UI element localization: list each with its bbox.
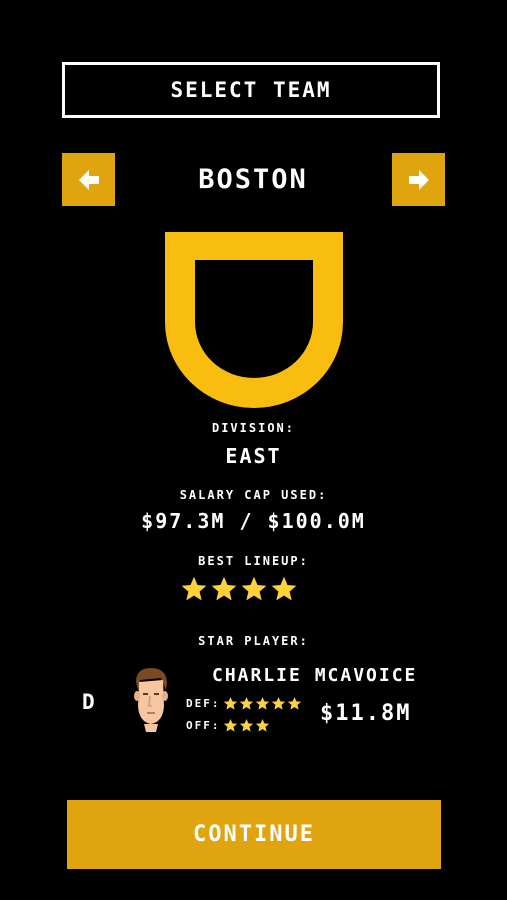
player-salary: $11.8M (320, 701, 412, 726)
star-icon (271, 576, 297, 601)
star-icon (255, 718, 269, 732)
division-value: EAST (225, 444, 282, 468)
division-label: DIVISION: (211, 421, 296, 435)
previous-team-button[interactable] (62, 153, 115, 206)
star-player-label: STAR PLAYER: (198, 634, 309, 648)
best-lineup-stars (180, 575, 298, 603)
offense-label: OFF: (186, 719, 221, 732)
arrow-left-icon (78, 169, 99, 190)
select-team-header: SELECT TEAM (62, 62, 440, 118)
star-icon (239, 718, 253, 732)
star-icon (271, 696, 285, 710)
star-icon (255, 696, 269, 710)
star-icon (239, 696, 253, 710)
star-icon (241, 576, 267, 601)
best-lineup-label: BEST LINEUP: (198, 554, 309, 568)
salary-cap-value: $97.3M / $100.0M (141, 509, 366, 533)
continue-label: CONTINUE (193, 822, 315, 847)
team-name: BOSTON (198, 164, 308, 195)
star-icon (181, 576, 207, 601)
next-team-button[interactable] (392, 153, 445, 206)
player-position: D (82, 690, 97, 714)
salary-cap-label: SALARY CAP USED: (179, 488, 328, 502)
arrow-right-icon (408, 169, 429, 190)
continue-button[interactable]: CONTINUE (67, 800, 441, 869)
defense-label: DEF: (186, 697, 221, 710)
star-icon (223, 718, 237, 732)
defense-rating: DEF: (186, 696, 303, 711)
offense-rating: OFF: (186, 718, 271, 733)
star-icon (223, 696, 237, 710)
select-team-title: SELECT TEAM (170, 78, 332, 102)
star-icon (287, 696, 301, 710)
player-avatar (134, 668, 168, 732)
star-icon (211, 576, 237, 601)
team-logo-shield (165, 232, 343, 408)
player-name: CHARLIE MCAVOICE (212, 665, 418, 686)
